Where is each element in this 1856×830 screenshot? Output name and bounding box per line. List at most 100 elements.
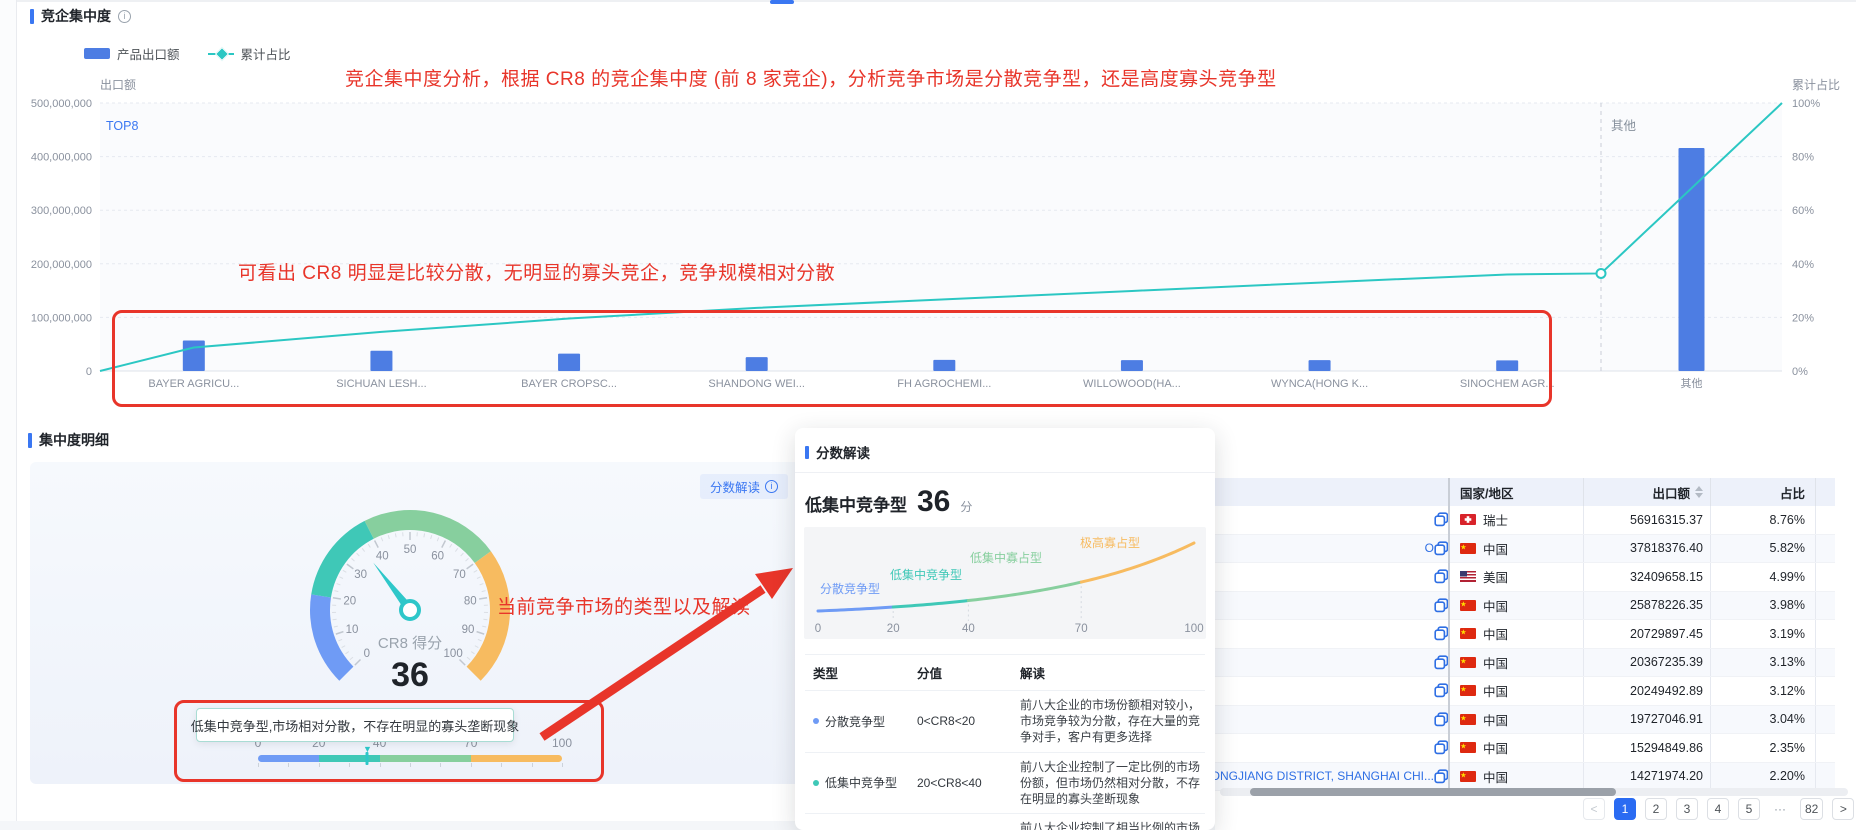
score-explain-link[interactable]: 分数解读 i — [700, 474, 788, 499]
annotation-mid-text: 可看出 CR8 明显是比较分散，无明显的寡头竞企，竞争规模相对分散 — [238, 258, 835, 285]
svg-text:0: 0 — [815, 623, 821, 635]
company-cell — [1215, 563, 1434, 591]
country-cell: 中国 — [1460, 624, 1508, 643]
top-scroll-indicator[interactable] — [770, 0, 794, 4]
table-row[interactable]: 美国32409658.154.99% — [1215, 563, 1835, 592]
company-link[interactable]: O — [1425, 541, 1434, 555]
copy-icon[interactable] — [1434, 598, 1449, 613]
score-type-cell: 低集中寡占型 — [805, 822, 909, 830]
score-table-body: 分散竞争型0<CR8<20前八大企业的市场份额相对较小，市场竞争较为分散，存在大… — [805, 691, 1205, 830]
export-cell: 15294849.86 — [1630, 741, 1703, 755]
page-button-4[interactable]: 4 — [1707, 798, 1729, 820]
slider-handle[interactable] — [366, 752, 369, 765]
section-accent-bar — [28, 433, 32, 448]
slider-minor-tick — [410, 763, 411, 767]
copy-icon[interactable] — [1434, 541, 1449, 556]
copy-icon[interactable] — [1434, 769, 1449, 784]
share-cell: 4.99% — [1770, 570, 1805, 584]
horizontal-scrollbar[interactable] — [1220, 788, 1848, 796]
page-prev-button[interactable]: < — [1583, 798, 1605, 820]
svg-text:SHANDONG WEI...: SHANDONG WEI... — [708, 378, 805, 390]
legend-item-cumulative[interactable]: 累计占比 — [208, 44, 291, 63]
score-desc-cell: 前八大企业的市场份额相对较小，市场竞争较为分散，存在大量的竞争对手，客户有更多选… — [1012, 691, 1205, 752]
slider-minor-tick — [471, 763, 472, 767]
svg-text:SINOCHEM AGR...: SINOCHEM AGR... — [1460, 378, 1555, 390]
svg-text:30: 30 — [354, 569, 367, 581]
country-cell: 中国 — [1460, 738, 1508, 757]
score-slider[interactable]: 0204070100▼ — [258, 736, 562, 776]
copy-icon[interactable] — [1434, 712, 1449, 727]
page-button-2[interactable]: 2 — [1645, 798, 1667, 820]
country-cell: 中国 — [1460, 681, 1508, 700]
scrollbar-thumb[interactable] — [1250, 788, 1616, 796]
svg-text:BAYER CROPSC...: BAYER CROPSC... — [521, 378, 617, 390]
country-name: 中国 — [1483, 624, 1508, 643]
share-cell: 3.04% — [1770, 712, 1805, 726]
annotation-arrow — [520, 550, 810, 760]
score-table-row: 分散竞争型0<CR8<20前八大企业的市场份额相对较小，市场竞争较为分散，存在大… — [805, 691, 1205, 753]
score-table-header-row: 类型 分值 解读 — [805, 654, 1205, 691]
table-row[interactable]: 中国20249492.893.12% — [1215, 677, 1835, 706]
country-cell: 中国 — [1460, 710, 1508, 729]
table-row[interactable]: 瑞士56916315.378.76% — [1215, 506, 1835, 535]
column-divider — [1815, 677, 1816, 705]
company-link[interactable]: AD,SONGJIANG DISTRICT, SHANGHAI CHI... — [1215, 769, 1434, 783]
svg-text:40: 40 — [376, 551, 389, 563]
header-share: 占比 — [1780, 483, 1805, 502]
svg-text:0: 0 — [364, 648, 370, 660]
copy-icon[interactable] — [1434, 655, 1449, 670]
bar-company-5 — [933, 360, 955, 371]
table-row[interactable]: 中国25878226.353.98% — [1215, 592, 1835, 621]
table-row[interactable]: 中国20729897.453.19% — [1215, 620, 1835, 649]
page-button-3[interactable]: 3 — [1676, 798, 1698, 820]
slider-segment — [258, 755, 319, 762]
copy-icon[interactable] — [1434, 512, 1449, 527]
bar-company-3 — [558, 354, 580, 371]
svg-text:BAYER AGRICU...: BAYER AGRICU... — [148, 378, 239, 390]
svg-text:10: 10 — [346, 624, 359, 636]
column-divider — [1710, 506, 1711, 534]
page-button-82[interactable]: 82 — [1800, 798, 1823, 820]
page-ellipsis: ··· — [1769, 798, 1791, 820]
info-icon: i — [765, 480, 778, 493]
legend-item-export[interactable]: 产品出口额 — [84, 44, 180, 63]
sort-icon[interactable] — [1695, 486, 1703, 498]
annotation-top-text: 竞企集中度分析，根据 CR8 的竞企集中度 (前 8 家竞企)，分析竞争市场是分… — [345, 64, 1277, 91]
column-divider — [1710, 734, 1711, 762]
page-next-button[interactable]: > — [1832, 798, 1854, 820]
svg-text:FH AGROCHEMI...: FH AGROCHEMI... — [897, 378, 991, 390]
flag-china — [1460, 543, 1476, 554]
section-accent-bar — [30, 9, 34, 24]
score-curve-wrap: 分散竞争型低集中竞争型低集中寡占型极高寡占型0204070100 — [804, 527, 1206, 644]
copy-icon[interactable] — [1434, 683, 1449, 698]
score-range-cell: 20<CR8<40 — [909, 770, 1012, 796]
copy-icon[interactable] — [1434, 569, 1449, 584]
copy-icon[interactable] — [1434, 626, 1449, 641]
table-row[interactable]: AD,SONGJIANG DISTRICT, SHANGHAI CHI...中国… — [1215, 763, 1835, 792]
bar-legend-swatch — [84, 48, 110, 59]
page-button-1[interactable]: 1 — [1614, 798, 1636, 820]
column-divider — [1815, 734, 1816, 762]
country-name: 美国 — [1483, 567, 1508, 586]
svg-text:20%: 20% — [1792, 312, 1814, 324]
copy-icon[interactable] — [1434, 740, 1449, 755]
header-export[interactable]: 出口额 — [1652, 483, 1703, 502]
column-divider — [1583, 649, 1584, 677]
slider-track — [258, 755, 562, 762]
table-row[interactable]: 中国19727046.913.04% — [1215, 706, 1835, 735]
table-row[interactable]: 中国15294849.862.35% — [1215, 734, 1835, 763]
table-row[interactable]: 中国20367235.393.13% — [1215, 649, 1835, 678]
info-icon[interactable]: i — [118, 10, 131, 23]
page-button-5[interactable]: 5 — [1738, 798, 1760, 820]
score-curve-chart: 分散竞争型低集中竞争型低集中寡占型极高寡占型0204070100 — [804, 527, 1206, 639]
svg-text:60%: 60% — [1792, 205, 1814, 217]
svg-text:300,000,000: 300,000,000 — [31, 205, 92, 217]
score-unit: 分 — [960, 498, 972, 515]
table-row[interactable]: O中国37818376.405.82% — [1215, 535, 1835, 564]
column-divider — [1583, 563, 1584, 591]
company-cell — [1215, 649, 1434, 677]
column-divider — [1815, 535, 1816, 563]
country-cell: 瑞士 — [1460, 510, 1508, 529]
column-divider — [1710, 763, 1711, 791]
score-type-cell: 分散竞争型 — [805, 707, 909, 736]
